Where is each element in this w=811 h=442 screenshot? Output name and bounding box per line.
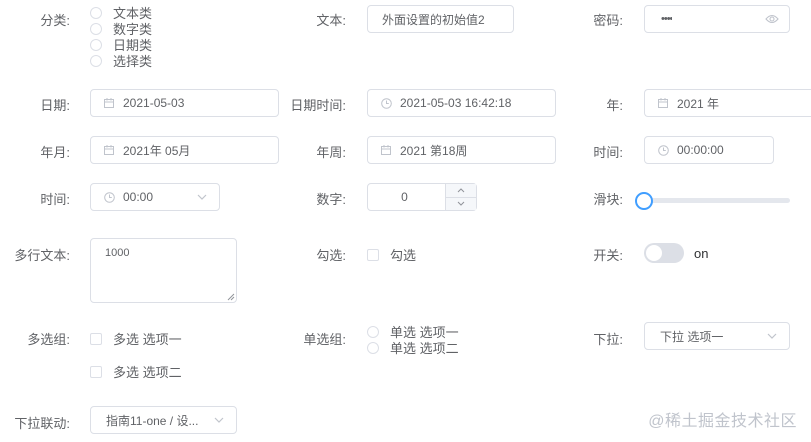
radio-circle — [90, 22, 102, 35]
chevron-down-icon — [197, 194, 207, 200]
checkbox-group-label: 多选组: — [27, 332, 70, 347]
password-input[interactable]: •••• — [644, 5, 790, 33]
select-dropdown[interactable]: 下拉 选项一 — [644, 322, 790, 350]
checkbox-box — [90, 332, 102, 345]
chevron-down-icon — [457, 201, 465, 206]
slider-track[interactable] — [644, 198, 790, 203]
switch-knob — [646, 245, 662, 261]
checkbox-box — [90, 365, 102, 378]
category-radio-select[interactable]: 选择类 — [90, 51, 152, 70]
resize-handle-icon[interactable] — [227, 293, 235, 301]
number-stepper — [445, 184, 476, 210]
datetime-label: 日期时间: — [290, 98, 346, 113]
number-input[interactable]: 0 — [367, 183, 477, 211]
number-label: 数字: — [316, 192, 346, 207]
radio-circle — [367, 341, 379, 354]
time-select[interactable]: 00:00 — [90, 183, 220, 211]
slider-label: 滑块: — [593, 192, 623, 207]
cascader-label: 下拉联动: — [14, 416, 70, 431]
switch-label: 开关: — [593, 248, 623, 263]
checkbox-option-2[interactable]: 多选 选项二 — [90, 362, 182, 381]
week-label: 年周: — [316, 145, 346, 160]
chevron-down-icon — [767, 333, 777, 339]
textarea-input[interactable]: 1000 — [90, 238, 237, 303]
radio-circle — [90, 54, 102, 67]
month-picker[interactable]: 2021年 05月 — [90, 136, 279, 164]
slider-handle[interactable] — [635, 192, 653, 210]
category-label: 分类: — [40, 13, 70, 28]
increase-button[interactable] — [446, 184, 476, 198]
cascader-dropdown[interactable]: 指南11-one / 设... — [90, 406, 237, 434]
radio-option-2[interactable]: 单选 选项二 — [367, 338, 459, 357]
date-label: 日期: — [40, 98, 70, 113]
time-picker[interactable]: 00:00:00 — [644, 136, 774, 164]
time-select-label: 时间: — [40, 192, 70, 207]
calendar-icon — [103, 97, 115, 109]
password-label: 密码: — [593, 13, 623, 28]
radio-circle — [90, 38, 102, 51]
calendar-icon — [380, 144, 392, 156]
radio-circle — [90, 6, 102, 19]
datetime-picker[interactable]: 2021-05-03 16:42:18 — [367, 89, 556, 117]
clock-icon — [103, 191, 115, 203]
checkbox-box — [367, 248, 379, 261]
radio-group-label: 单选组: — [303, 332, 346, 347]
time-label: 时间: — [593, 145, 623, 160]
decrease-button[interactable] — [446, 198, 476, 211]
select-label: 下拉: — [593, 332, 623, 347]
calendar-icon — [103, 144, 115, 156]
chevron-down-icon — [214, 417, 224, 423]
checkbox-option-1[interactable]: 多选 选项一 — [90, 329, 182, 348]
clock-icon — [380, 97, 392, 109]
chevron-up-icon — [457, 188, 465, 193]
text-label: 文本: — [316, 13, 346, 28]
eye-icon[interactable] — [765, 14, 779, 24]
clock-icon — [657, 144, 669, 156]
checkbox-label: 勾选: — [316, 248, 346, 263]
switch-toggle[interactable] — [644, 243, 684, 263]
text-input[interactable]: 外面设置的初始值2 — [367, 5, 514, 33]
textarea-label: 多行文本: — [14, 248, 70, 263]
week-picker[interactable]: 2021 第18周 — [367, 136, 556, 164]
month-label: 年月: — [40, 145, 70, 160]
year-picker[interactable]: 2021 年 — [644, 89, 811, 117]
watermark: @稀土掘金技术社区 — [648, 413, 797, 430]
checkbox-agree[interactable]: 勾选 — [367, 245, 416, 264]
radio-circle — [367, 325, 379, 338]
calendar-icon — [657, 97, 669, 109]
switch-text: on — [694, 246, 709, 261]
date-picker[interactable]: 2021-05-03 — [90, 89, 279, 117]
year-label: 年: — [606, 98, 623, 113]
